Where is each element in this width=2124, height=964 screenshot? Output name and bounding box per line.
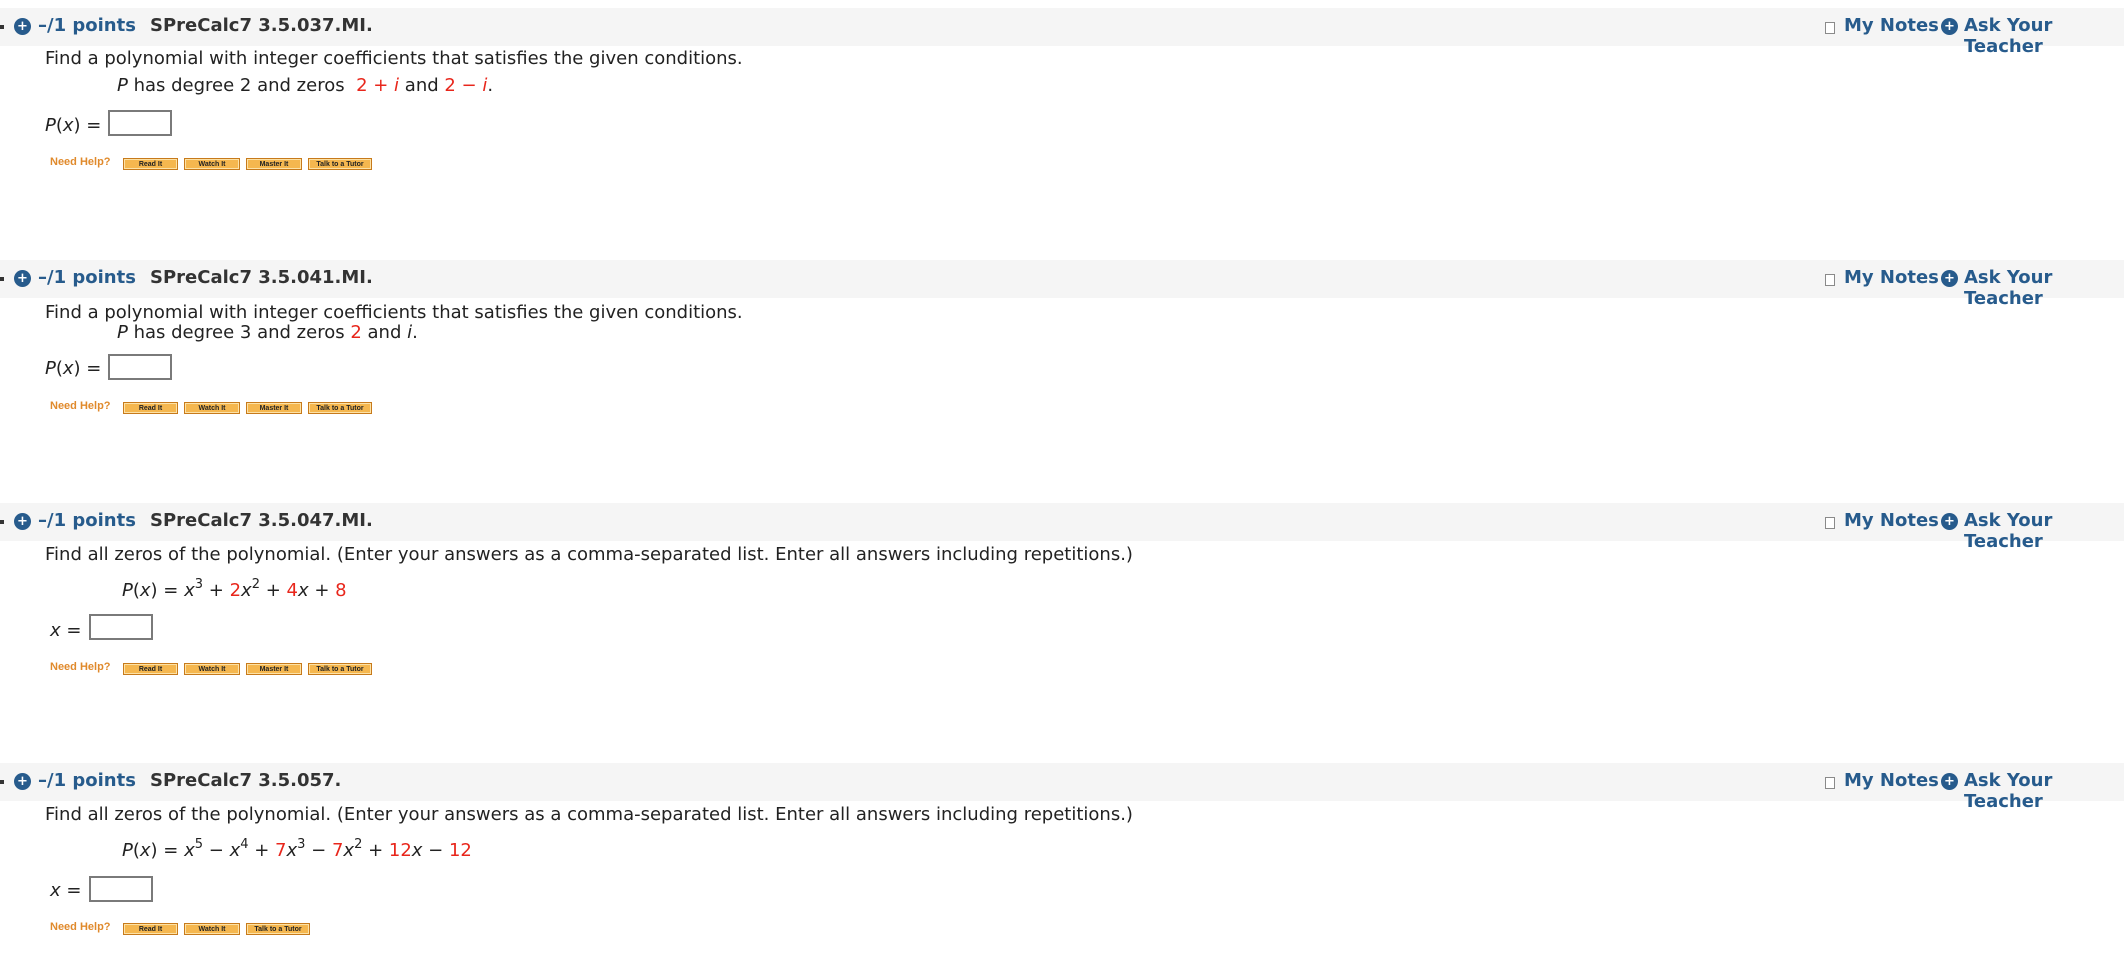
need-help-label: Need Help? xyxy=(50,156,111,168)
watch-it-button[interactable]: Watch It xyxy=(184,663,240,675)
ask-teacher-icon[interactable]: + xyxy=(1941,513,1958,530)
read-it-button[interactable]: Read It xyxy=(123,158,178,170)
question-prompt: Find all zeros of the polynomial. (Enter… xyxy=(45,544,1133,565)
note-icon[interactable] xyxy=(1825,22,1835,34)
zero-1: 2 xyxy=(350,322,362,343)
polynomial-equation: P(x) = x5 − x4 + 7x3 − 7x2 + 12x − 12 xyxy=(122,837,472,861)
bullet-dot xyxy=(0,25,4,29)
points-label: –/1 points xyxy=(38,510,136,531)
master-it-button[interactable]: Master It xyxy=(246,663,302,675)
period: . xyxy=(412,322,418,343)
answer-label: P(x) = xyxy=(45,358,102,379)
bullet-dot xyxy=(0,277,4,281)
note-icon[interactable] xyxy=(1825,517,1835,529)
my-notes-link[interactable]: My Notes xyxy=(1844,15,1939,36)
watch-it-button[interactable]: Watch It xyxy=(184,402,240,414)
note-icon[interactable] xyxy=(1825,274,1835,286)
my-notes-link[interactable]: My Notes xyxy=(1844,510,1939,531)
need-help-label: Need Help? xyxy=(50,921,111,933)
question-id: SPreCalc7 3.5.047.MI. xyxy=(150,510,373,531)
talk-to-tutor-button[interactable]: Talk to a Tutor xyxy=(246,923,310,935)
talk-to-tutor-button[interactable]: Talk to a Tutor xyxy=(308,158,372,170)
note-icon[interactable] xyxy=(1825,777,1835,789)
answer-input[interactable] xyxy=(89,614,153,640)
bullet-dot xyxy=(0,520,4,524)
answer-label: x = xyxy=(50,620,82,641)
question-prompt: Find a polynomial with integer coefficie… xyxy=(45,48,743,69)
zero-2: 2 − i xyxy=(444,75,488,96)
and-text: and xyxy=(399,75,445,96)
ask-teacher-link[interactable]: Ask Your Teacher xyxy=(1964,267,2124,309)
read-it-button[interactable]: Read It xyxy=(123,663,178,675)
question-prompt: Find all zeros of the polynomial. (Enter… xyxy=(45,804,1133,825)
watch-it-button[interactable]: Watch It xyxy=(184,158,240,170)
master-it-button[interactable]: Master It xyxy=(246,402,302,414)
expand-icon[interactable]: + xyxy=(14,773,31,790)
question-header: + –/1 points SPreCalc7 3.5.037.MI. My No… xyxy=(0,8,2124,57)
question-id: SPreCalc7 3.5.041.MI. xyxy=(150,267,373,288)
question-prompt: Find a polynomial with integer coefficie… xyxy=(45,302,743,323)
ask-teacher-link[interactable]: Ask Your Teacher xyxy=(1964,15,2124,57)
ask-teacher-icon[interactable]: + xyxy=(1941,773,1958,790)
and-text: and xyxy=(361,322,408,343)
answer-input[interactable] xyxy=(108,110,172,136)
question-condition: P has degree 2 and zeros 2 + i and 2 − i… xyxy=(117,75,493,96)
read-it-button[interactable]: Read It xyxy=(123,402,178,414)
expand-icon[interactable]: + xyxy=(14,513,31,530)
ask-teacher-icon[interactable]: + xyxy=(1941,18,1958,35)
master-it-button[interactable]: Master It xyxy=(246,158,302,170)
answer-input[interactable] xyxy=(89,876,153,902)
answer-input[interactable] xyxy=(108,354,172,380)
zero-1: 2 + i xyxy=(356,75,400,96)
points-label: –/1 points xyxy=(38,770,136,791)
var-p: P xyxy=(117,75,128,96)
question-id: SPreCalc7 3.5.037.MI. xyxy=(150,15,373,36)
polynomial-equation: P(x) = x3 + 2x2 + 4x + 8 xyxy=(122,577,347,601)
question-id: SPreCalc7 3.5.057. xyxy=(150,770,342,791)
my-notes-link[interactable]: My Notes xyxy=(1844,770,1939,791)
bullet-dot xyxy=(0,780,4,784)
points-label: –/1 points xyxy=(38,15,136,36)
ask-teacher-link[interactable]: Ask Your Teacher xyxy=(1964,510,2124,552)
need-help-label: Need Help? xyxy=(50,661,111,673)
question-header: + –/1 points SPreCalc7 3.5.057. My Notes… xyxy=(0,763,2124,812)
var-p: P xyxy=(117,322,128,343)
read-it-button[interactable]: Read It xyxy=(123,923,178,935)
talk-to-tutor-button[interactable]: Talk to a Tutor xyxy=(308,663,372,675)
answer-label: P(x) = xyxy=(45,115,102,136)
watch-it-button[interactable]: Watch It xyxy=(184,923,240,935)
question-condition: P has degree 3 and zeros 2 and i. xyxy=(117,322,418,343)
expand-icon[interactable]: + xyxy=(14,270,31,287)
ask-teacher-icon[interactable]: + xyxy=(1941,270,1958,287)
ask-teacher-link[interactable]: Ask Your Teacher xyxy=(1964,770,2124,812)
need-help-label: Need Help? xyxy=(50,400,111,412)
my-notes-link[interactable]: My Notes xyxy=(1844,267,1939,288)
condition-text: has degree 2 and zeros xyxy=(127,75,351,96)
talk-to-tutor-button[interactable]: Talk to a Tutor xyxy=(308,402,372,414)
expand-icon[interactable]: + xyxy=(14,18,31,35)
points-label: –/1 points xyxy=(38,267,136,288)
question-header: + –/1 points SPreCalc7 3.5.041.MI. My No… xyxy=(0,260,2124,309)
period: . xyxy=(487,75,494,96)
question-header: + –/1 points SPreCalc7 3.5.047.MI. My No… xyxy=(0,503,2124,552)
answer-label: x = xyxy=(50,880,82,901)
condition-text: has degree 3 and zeros xyxy=(127,322,351,343)
